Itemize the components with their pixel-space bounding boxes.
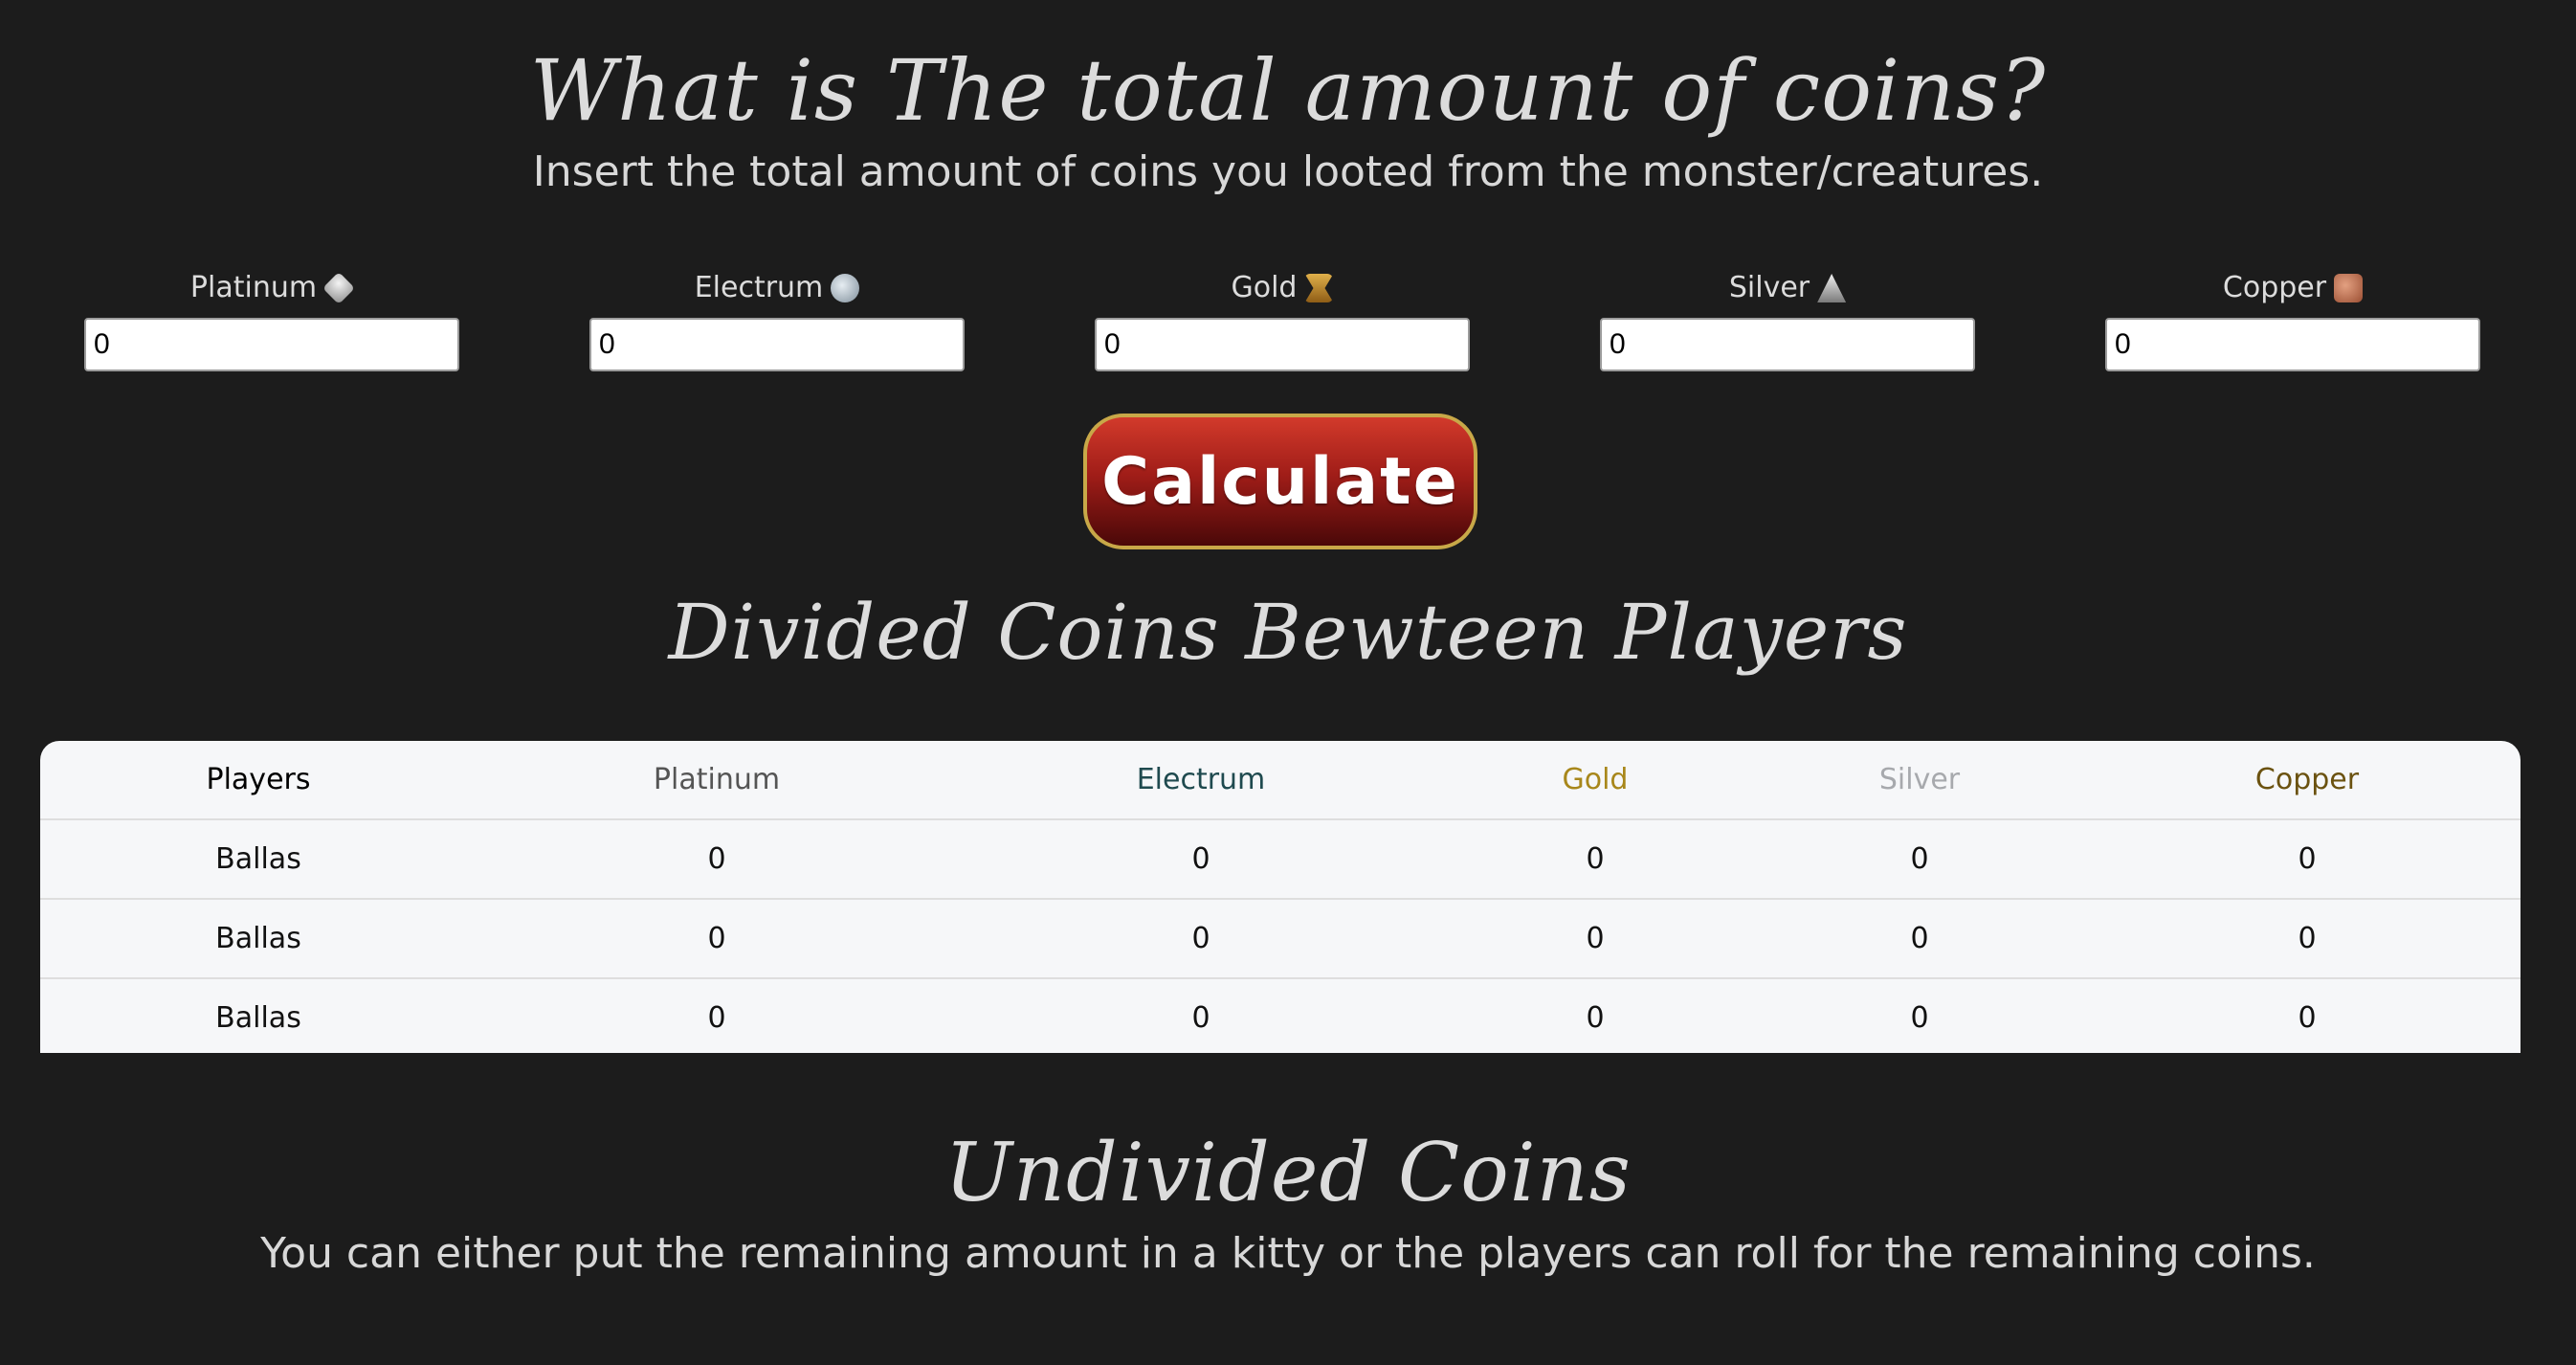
platinum-coin-icon xyxy=(322,272,356,304)
electrum-cell: 0 xyxy=(1191,1001,1210,1035)
silver-cell: 0 xyxy=(1745,819,2094,900)
copper-cell: 0 xyxy=(2298,1001,2317,1035)
silver-cell: 0 xyxy=(1745,899,2094,979)
page-subtitle: Insert the total amount of coins you loo… xyxy=(532,147,2044,196)
gold-input-group: Gold xyxy=(1093,266,1472,371)
table-row: Ballas 0 0 0 0 0 xyxy=(40,978,2520,1053)
silver-coin-icon xyxy=(1817,274,1847,302)
copper-coin-icon xyxy=(2334,274,2364,302)
header-silver: Silver xyxy=(1745,741,2094,820)
undivided-coins-subtitle: You can either put the remaining amount … xyxy=(260,1229,2316,1278)
calculate-button[interactable]: Calculate xyxy=(1083,414,1477,549)
divided-coins-table: Players Platinum Electrum Gold Silver Co… xyxy=(40,741,2520,1053)
copper-label: Copper xyxy=(2103,266,2482,310)
header-gold: Gold xyxy=(1445,741,1745,820)
copper-label-text: Copper xyxy=(2222,271,2327,304)
electrum-label: Electrum xyxy=(588,266,966,310)
electrum-label-text: Electrum xyxy=(694,271,824,304)
electrum-input-group: Electrum xyxy=(588,266,966,371)
gold-cell: 0 xyxy=(1586,1001,1605,1035)
page-title: What is The total amount of coins? xyxy=(529,41,2047,140)
platinum-input[interactable] xyxy=(84,318,459,371)
table-row: Ballas 0 0 0 0 0 xyxy=(40,819,2520,900)
gold-input[interactable] xyxy=(1095,318,1470,371)
platinum-cell: 0 xyxy=(707,1001,726,1035)
copper-input-group: Copper xyxy=(2103,266,2482,371)
silver-input-group: Silver xyxy=(1598,266,1977,371)
header-players: Players xyxy=(40,741,477,820)
table-header-row: Players Platinum Electrum Gold Silver Co… xyxy=(40,741,2520,820)
divided-coins-title: Divided Coins Bewteen Players xyxy=(668,588,1908,677)
copper-input[interactable] xyxy=(2105,318,2480,371)
electrum-coin-icon xyxy=(831,274,860,302)
silver-input[interactable] xyxy=(1600,318,1975,371)
player-name-cell: Ballas xyxy=(215,1001,301,1035)
header-platinum: Platinum xyxy=(477,741,957,820)
platinum-label: Platinum xyxy=(82,266,461,310)
platinum-label-text: Platinum xyxy=(189,271,318,304)
gold-label: Gold xyxy=(1093,266,1472,310)
table-row: Ballas 0 0 0 0 0 xyxy=(40,899,2520,979)
player-name-cell: Ballas xyxy=(40,819,477,900)
gold-cell: 0 xyxy=(1445,819,1745,900)
header-electrum: Electrum xyxy=(957,741,1445,820)
electrum-cell: 0 xyxy=(957,819,1445,900)
header-copper: Copper xyxy=(2094,741,2520,820)
undivided-coins-title: Undivided Coins xyxy=(944,1126,1632,1220)
copper-cell: 0 xyxy=(2094,899,2520,979)
electrum-cell: 0 xyxy=(957,899,1445,979)
copper-cell: 0 xyxy=(2094,819,2520,900)
silver-label: Silver xyxy=(1598,266,1977,310)
player-name-cell: Ballas xyxy=(40,899,477,979)
platinum-input-group: Platinum xyxy=(82,266,461,371)
electrum-input[interactable] xyxy=(589,318,965,371)
gold-cell: 0 xyxy=(1445,899,1745,979)
platinum-cell: 0 xyxy=(477,819,957,900)
silver-cell: 0 xyxy=(1910,1001,1929,1035)
platinum-cell: 0 xyxy=(477,899,957,979)
silver-label-text: Silver xyxy=(1728,271,1810,304)
gold-coin-icon xyxy=(1304,274,1334,302)
gold-label-text: Gold xyxy=(1231,271,1298,304)
